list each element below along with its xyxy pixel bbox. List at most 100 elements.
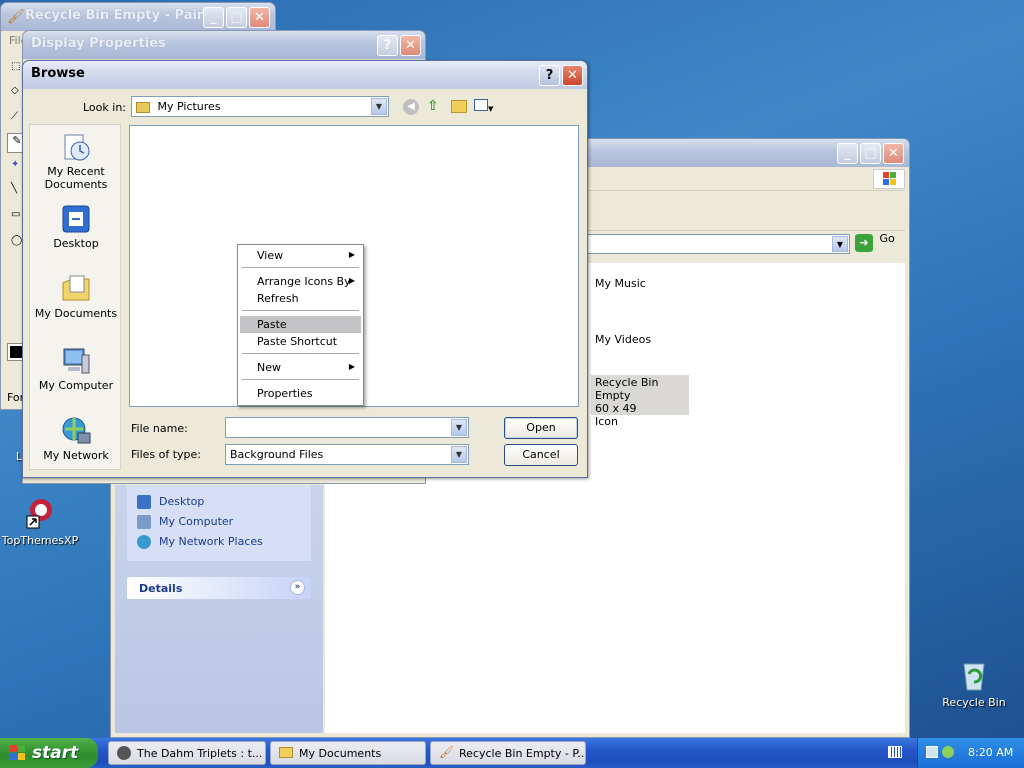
other-place-my-computer[interactable]: My Computer — [137, 515, 233, 529]
other-place-desktop[interactable]: Desktop — [137, 495, 204, 509]
system-tray: 8:20 AM — [917, 738, 1024, 768]
menu-item-new[interactable]: New ▶ — [240, 359, 361, 376]
tray-clock[interactable]: 8:20 AM — [968, 746, 1013, 759]
menu-item-refresh[interactable]: Refresh — [240, 290, 361, 307]
chevron-down-icon: ▼ — [451, 419, 467, 436]
place-my-computer[interactable]: My Computer — [30, 345, 122, 392]
select-tool-icon[interactable]: ⬚ — [11, 61, 20, 72]
menu-item-paste-shortcut[interactable]: Paste Shortcut — [240, 333, 361, 350]
submenu-arrow-icon: ▶ — [348, 362, 355, 371]
details-header[interactable]: Details » — [127, 577, 311, 599]
chevron-double-down-icon: » — [290, 580, 305, 595]
submenu-arrow-icon: ▶ — [348, 276, 355, 285]
paint-app-icon: 🖌 — [7, 9, 25, 25]
display-props-title-bar: Display Properties — [23, 31, 425, 59]
windows-flag-icon — [10, 745, 26, 761]
go-button[interactable]: ➜ Go — [855, 232, 901, 254]
details-label: Details — [139, 582, 183, 595]
folder-icon — [136, 101, 150, 113]
taskbar-keyboard-icon[interactable] — [888, 746, 902, 758]
submenu-arrow-icon: ▶ — [348, 250, 355, 259]
menu-separator — [242, 353, 359, 354]
cancel-button[interactable]: Cancel — [504, 444, 578, 466]
look-in-label: Look in: — [83, 101, 126, 114]
display-props-title: Display Properties — [31, 36, 166, 51]
place-desktop[interactable]: Desktop — [30, 203, 122, 250]
my-computer-icon — [60, 345, 92, 377]
new-folder-icon[interactable] — [451, 100, 467, 113]
my-network-icon — [60, 415, 92, 447]
file-name-label: File name: — [131, 422, 188, 435]
tray-safely-remove-icon[interactable] — [926, 746, 938, 758]
browse-close-button[interactable]: ✕ — [562, 65, 583, 86]
tray-network-icon[interactable] — [942, 746, 954, 758]
topthemes-icon — [23, 496, 57, 530]
display-props-close-button[interactable]: ✕ — [400, 35, 421, 56]
up-folder-icon[interactable]: ⇧ — [427, 98, 443, 114]
views-menu-icon[interactable]: ▼ — [474, 99, 498, 115]
menu-item-properties[interactable]: Properties — [240, 385, 361, 402]
ellipse-tool-icon[interactable]: ◯ — [11, 235, 22, 246]
place-my-recent-documents[interactable]: My Recent Documents — [30, 131, 122, 191]
context-menu: View ▶ Arrange Icons By ▶ Refresh Paste Pa… — [237, 244, 364, 406]
files-of-type-select[interactable]: Background Files ▼ — [225, 444, 469, 465]
menu-item-arrange-icons-by[interactable]: Arrange Icons By ▶ — [240, 273, 361, 290]
folder-app-icon — [279, 747, 293, 758]
paint-close-button[interactable]: ✕ — [249, 7, 270, 28]
browse-help-button[interactable]: ? — [539, 65, 560, 86]
computer-small-icon — [137, 515, 151, 529]
menu-item-view[interactable]: View ▶ — [240, 247, 361, 264]
my-documents-icon — [60, 273, 92, 305]
place-my-documents[interactable]: My Documents — [30, 273, 122, 320]
browse-title: Browse — [31, 66, 85, 81]
file-name-input[interactable]: ▼ — [225, 417, 469, 438]
explorer-minimize-button[interactable]: _ — [837, 143, 858, 164]
place-my-network[interactable]: My Network — [30, 415, 122, 462]
recycle-bin-label: Recycle Bin — [942, 696, 1006, 709]
desktop-icon — [60, 203, 92, 235]
airbrush-tool-icon[interactable]: ✦ — [11, 159, 19, 170]
network-small-icon — [137, 535, 151, 549]
browser-app-icon — [117, 746, 131, 760]
browse-title-bar: Browse — [23, 61, 587, 89]
display-props-help-button[interactable]: ? — [377, 35, 398, 56]
paint-app-icon: 🖌 — [439, 745, 455, 759]
other-place-network[interactable]: My Network Places — [137, 535, 263, 549]
explorer-task-pane: Desktop My Computer My Network Places De… — [115, 485, 323, 733]
desktop-small-icon — [137, 495, 151, 509]
paint-maximize-button[interactable]: □ — [226, 7, 247, 28]
chevron-down-icon: ▼ — [832, 236, 848, 252]
places-bar: My Recent Documents Desktop My Documents… — [29, 124, 121, 470]
menu-item-paste[interactable]: Paste — [240, 316, 361, 333]
chevron-down-icon: ▼ — [451, 446, 467, 463]
taskbar-item-my-documents[interactable]: My Documents — [270, 741, 426, 765]
menu-separator — [242, 310, 359, 311]
chevron-down-icon: ▼ — [371, 98, 387, 115]
back-icon[interactable]: ◀ — [403, 99, 419, 115]
eyedropper-tool-icon[interactable]: ⟋ — [11, 111, 18, 122]
go-label: Go — [879, 232, 895, 245]
paint-title: Recycle Bin Empty - Paint — [25, 8, 213, 23]
explorer-maximize-button[interactable]: □ — [860, 143, 881, 164]
eraser-tool-icon[interactable]: ◇ — [11, 85, 19, 96]
address-bar-combo[interactable]: ▼ — [581, 234, 850, 254]
menu-separator — [242, 267, 359, 268]
explorer-close-button[interactable]: ✕ — [883, 143, 904, 164]
open-button[interactable]: Open — [504, 417, 578, 439]
files-of-type-label: Files of type: — [131, 448, 202, 461]
start-label: start — [32, 743, 79, 763]
taskbar-item-paint[interactable]: 🖌 Recycle Bin Empty - P... — [430, 741, 586, 765]
recent-documents-icon — [60, 131, 92, 163]
taskbar-item-dahm-triplets[interactable]: The Dahm Triplets : t... — [108, 741, 266, 765]
windows-logo-icon — [873, 169, 905, 189]
look-in-combo[interactable]: My Pictures ▼ — [131, 96, 389, 117]
menu-separator — [242, 379, 359, 380]
desktop-icon-topthemes[interactable]: TopThemesXP — [0, 496, 80, 547]
file-item-recycle-bin-empty[interactable]: Recycle Bin Empty 60 x 49 Icon — [591, 375, 689, 428]
start-button[interactable]: start — [0, 738, 98, 768]
paint-minimize-button[interactable]: _ — [203, 7, 224, 28]
go-arrow-icon: ➜ — [855, 234, 873, 252]
line-tool-icon[interactable]: ╲ — [11, 183, 17, 194]
rectangle-tool-icon[interactable]: ▭ — [11, 209, 20, 220]
desktop-icon-recycle-bin[interactable]: Recycle Bin — [934, 658, 1014, 709]
